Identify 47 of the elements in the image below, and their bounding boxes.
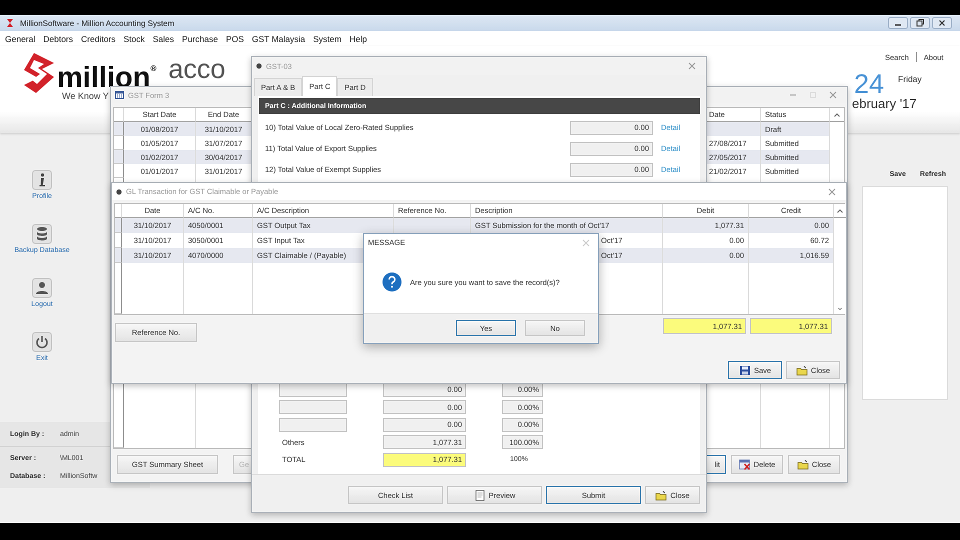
menu-item[interactable]: POS xyxy=(226,34,244,44)
menu-item[interactable]: Debtors xyxy=(43,34,74,44)
calendar-icon xyxy=(115,91,124,99)
menu-item[interactable]: Stock xyxy=(124,34,145,44)
scroll-up-icon[interactable] xyxy=(834,112,840,116)
folder-icon xyxy=(796,459,809,470)
folder-icon xyxy=(655,490,668,500)
save-icon xyxy=(738,364,751,376)
logo-icon xyxy=(22,52,56,94)
menu-item[interactable]: System xyxy=(313,34,342,44)
date-month: ebruary '17 xyxy=(852,96,918,111)
window-dot-icon xyxy=(256,63,262,69)
window-title: MillionSoftware - Million Accounting System xyxy=(20,18,174,28)
restore-icon[interactable] xyxy=(910,17,930,29)
row-header[interactable] xyxy=(115,263,122,314)
row-header[interactable] xyxy=(114,122,124,136)
menu-item[interactable]: Purchase xyxy=(182,34,218,44)
row-header[interactable] xyxy=(115,218,122,233)
user-icon[interactable] xyxy=(32,278,52,298)
minimize-icon[interactable] xyxy=(888,17,908,29)
menu-item[interactable]: General xyxy=(5,34,36,44)
power-icon[interactable] xyxy=(32,332,52,352)
delete-icon xyxy=(738,459,751,470)
menu-item[interactable]: Creditors xyxy=(81,34,116,44)
window-dot-icon xyxy=(116,188,122,194)
info-icon[interactable] xyxy=(32,170,52,190)
code-field[interactable] xyxy=(279,418,347,432)
scroll-up-icon[interactable] xyxy=(837,208,843,212)
database-icon[interactable] xyxy=(32,224,52,244)
brand-name: million$^{®}$ xyxy=(57,61,156,94)
app-logo-icon xyxy=(6,18,14,28)
code-field[interactable] xyxy=(279,400,347,414)
row-header[interactable] xyxy=(114,150,124,164)
brand-suffix: acco xyxy=(168,53,226,86)
row-header[interactable] xyxy=(114,164,124,178)
weekday: Friday xyxy=(898,74,922,84)
scroll-down-icon[interactable] xyxy=(838,307,842,311)
menu-item[interactable]: GST Malaysia xyxy=(252,34,306,44)
menu-item[interactable]: Help xyxy=(349,34,367,44)
date-day: 24 xyxy=(854,70,884,98)
tagline: We Know Y xyxy=(62,91,109,101)
folder-icon xyxy=(796,364,808,376)
row-header[interactable] xyxy=(115,248,122,263)
page-icon xyxy=(474,490,486,500)
close-icon[interactable] xyxy=(932,17,952,29)
menu-item[interactable]: Sales xyxy=(152,34,174,44)
question-icon xyxy=(382,272,402,292)
